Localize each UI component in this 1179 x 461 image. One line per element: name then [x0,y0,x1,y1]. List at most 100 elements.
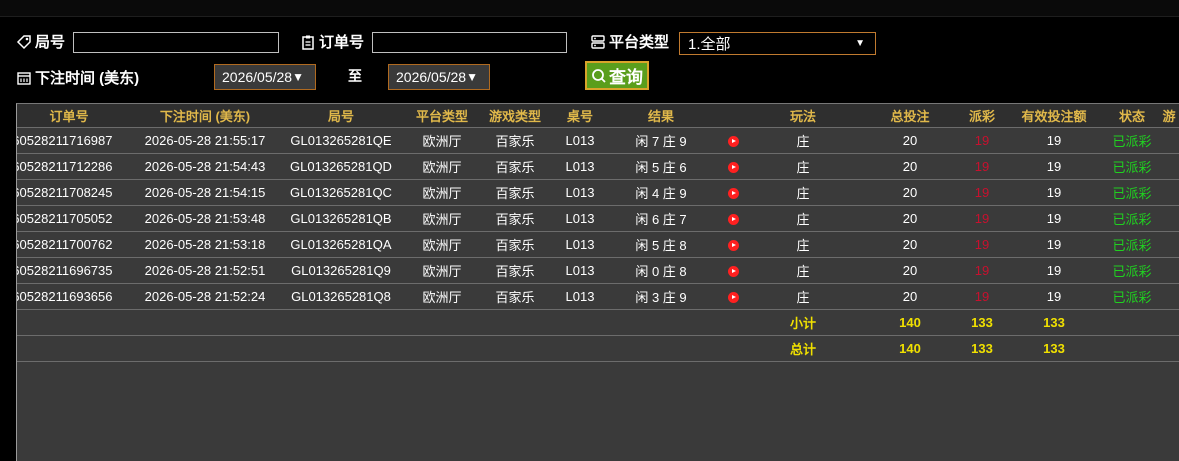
col-bet[interactable]: 总投注 [857,104,963,128]
date-from-value: 2026/05/28 [222,69,293,85]
round-filter-label: 局号 [16,31,65,52]
game-cell: 百家乐 [475,257,555,284]
extra-cell [1157,231,1179,258]
bet-cell: 20 [857,205,963,232]
subtotal-bet: 140 [857,309,963,336]
date-from-select[interactable]: 2026/05/28 ▼ [214,64,316,90]
time-cell: 2026-05-28 21:52:51 [137,257,273,284]
time-filter-label: 下注时间 (美东) [16,67,139,88]
game-cell: 百家乐 [475,153,555,180]
valid-cell: 19 [1001,231,1107,258]
result-cell: 闲 4 庄 9 [605,179,717,206]
table-cell: L013 [555,205,605,232]
platform-select[interactable]: 1.全部 ▼ [679,32,876,55]
results-panel: 订单号 下注时间 (美东) 局号 平台类型 游戏类型 桌号 结果 玩法 总投注 … [16,103,1179,461]
col-valid[interactable]: 有效投注额 [1001,104,1107,128]
col-table[interactable]: 桌号 [555,104,605,128]
play-cell: 庄 [749,283,857,310]
game-cell: 百家乐 [475,179,555,206]
platform-cell: 欧洲厅 [409,283,475,310]
time-cell: 2026-05-28 21:54:43 [137,153,273,180]
to-label: 至 [348,68,362,84]
col-game[interactable]: 游戏类型 [475,104,555,128]
valid-cell: 19 [1001,205,1107,232]
replay-cell [717,127,749,154]
col-result[interactable]: 结果 [605,104,717,128]
table-header: 订单号 下注时间 (美东) 局号 平台类型 游戏类型 桌号 结果 玩法 总投注 … [17,104,1179,128]
total-label: 总计 [749,335,857,362]
round-input[interactable] [73,32,279,53]
result-cell: 闲 5 庄 8 [605,231,717,258]
result-cell: 闲 6 庄 7 [605,205,717,232]
play-video-icon[interactable] [727,162,739,174]
order-cell: 260528211716987 [17,127,137,154]
replay-cell [717,257,749,284]
subtotal-label: 小计 [749,309,857,336]
platform-cell: 欧洲厅 [409,153,475,180]
game-cell: 百家乐 [475,231,555,258]
play-video-icon[interactable] [727,266,739,278]
result-cell: 闲 3 庄 9 [605,283,717,310]
status-cell: 已派彩 [1107,127,1157,154]
extra-cell [1157,283,1179,310]
table-row: 260528211712286 2026-05-28 21:54:43 GL01… [17,153,1179,180]
table-cell: L013 [555,231,605,258]
search-button[interactable]: 查询 [585,61,649,90]
total-bet: 140 [857,335,963,362]
total-payout: 133 [963,335,1001,362]
time-cell: 2026-05-28 21:52:24 [137,283,273,310]
total-valid: 133 [1001,335,1107,362]
status-cell: 已派彩 [1107,257,1157,284]
valid-cell: 19 [1001,153,1107,180]
col-time[interactable]: 下注时间 (美东) [137,104,273,128]
table-cell: L013 [555,257,605,284]
payout-cell: 19 [963,179,1001,206]
payout-cell: 19 [963,153,1001,180]
play-cell: 庄 [749,127,857,154]
platform-cell: 欧洲厅 [409,179,475,206]
round-cell: GL013265281QC [273,179,409,206]
order-cell: 260528211705052 [17,205,137,232]
status-cell: 已派彩 [1107,179,1157,206]
play-cell: 庄 [749,179,857,206]
table-row: 260528211700762 2026-05-28 21:53:18 GL01… [17,231,1179,258]
play-video-icon[interactable] [727,136,739,148]
game-cell: 百家乐 [475,127,555,154]
valid-cell: 19 [1001,127,1107,154]
col-status[interactable]: 状态 [1107,104,1157,128]
status-cell: 已派彩 [1107,153,1157,180]
platform-cell: 欧洲厅 [409,127,475,154]
play-video-icon[interactable] [727,240,739,252]
col-platform[interactable]: 平台类型 [409,104,475,128]
round-cell: GL013265281QA [273,231,409,258]
order-input[interactable] [372,32,567,53]
play-video-icon[interactable] [727,188,739,200]
table-cell: L013 [555,179,605,206]
col-game-more[interactable]: 游 [1157,104,1179,128]
chevron-down-icon: ▼ [855,38,865,49]
table-cell: L013 [555,283,605,310]
play-video-icon[interactable] [727,214,739,226]
time-cell: 2026-05-28 21:55:17 [137,127,273,154]
replay-cell [717,283,749,310]
date-to-select[interactable]: 2026/05/28 ▼ [388,64,490,90]
replay-cell [717,179,749,206]
col-round[interactable]: 局号 [273,104,409,128]
table-cell: L013 [555,153,605,180]
order-filter-label: 订单号 [300,31,364,52]
col-payout[interactable]: 派彩 [963,104,1001,128]
table-row: 260528211696735 2026-05-28 21:52:51 GL01… [17,257,1179,284]
result-cell: 闲 5 庄 6 [605,153,717,180]
extra-cell [1157,153,1179,180]
col-play[interactable]: 玩法 [749,104,857,128]
play-video-icon[interactable] [727,292,739,304]
platform-cell: 欧洲厅 [409,257,475,284]
status-cell: 已派彩 [1107,283,1157,310]
search-icon [592,68,606,83]
clipboard-icon [300,34,316,50]
subtotal-tail [1107,309,1179,336]
game-cell: 百家乐 [475,205,555,232]
total-spacer [17,335,749,362]
order-cell: 260528211708245 [17,179,137,206]
col-order[interactable]: 订单号 [17,104,137,128]
